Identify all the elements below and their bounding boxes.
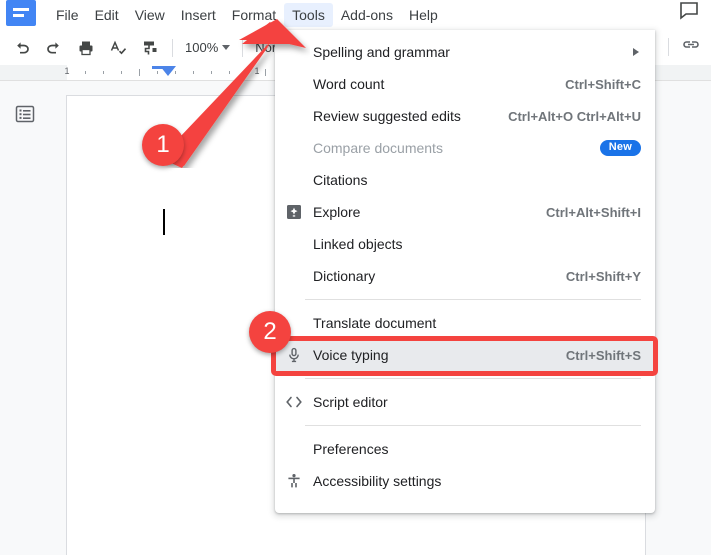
- menu-item-voice-typing[interactable]: Voice typing Ctrl+Shift+S: [275, 339, 655, 371]
- undo-icon[interactable]: [8, 34, 36, 62]
- menu-item-spelling-and-grammar[interactable]: Spelling and grammar: [275, 36, 655, 68]
- menu-item-icon-blank: [275, 260, 313, 292]
- google-docs-window: File Edit View Insert Format Tools Add-o…: [0, 0, 711, 555]
- menu-help[interactable]: Help: [401, 3, 446, 27]
- menu-item-icon-blank: [275, 228, 313, 260]
- menu-item-word-count[interactable]: Word count Ctrl+Shift+C: [275, 68, 655, 100]
- menu-item-icon-blank: [275, 433, 313, 465]
- menu-item-label: Compare documents: [313, 140, 443, 156]
- accessibility-icon: [275, 465, 313, 497]
- menu-item-compare-documents[interactable]: Compare documents New: [275, 132, 655, 164]
- menu-item-review-suggested-edits[interactable]: Review suggested edits Ctrl+Alt+O Ctrl+A…: [275, 100, 655, 132]
- menu-item-shortcut: Ctrl+Alt+Shift+I: [546, 205, 641, 220]
- menu-item-linked-objects[interactable]: Linked objects: [275, 228, 655, 260]
- menu-item-label: Voice typing: [313, 347, 389, 363]
- menu-item-label: Review suggested edits: [313, 108, 461, 124]
- menu-item-shortcut: Ctrl+Alt+O Ctrl+Alt+U: [508, 109, 641, 124]
- menu-file[interactable]: File: [48, 3, 87, 27]
- menu-item-shortcut: Ctrl+Shift+S: [566, 348, 641, 363]
- comment-icon[interactable]: [679, 2, 699, 20]
- menu-item-citations[interactable]: Citations: [275, 164, 655, 196]
- menu-item-explore[interactable]: Explore Ctrl+Alt+Shift+I: [275, 196, 655, 228]
- menu-item-icon-blank: [275, 164, 313, 196]
- toolbar-divider-3: [668, 38, 669, 56]
- text-caret: [163, 209, 165, 235]
- menu-item-accessibility-settings[interactable]: Accessibility settings: [275, 465, 655, 497]
- code-brackets-icon: [275, 386, 313, 418]
- explore-icon: [275, 196, 313, 228]
- menu-item-label: Explore: [313, 204, 360, 220]
- menu-item-dictionary[interactable]: Dictionary Ctrl+Shift+Y: [275, 260, 655, 292]
- step-badge-1: 1: [142, 124, 184, 166]
- menu-item-label: Word count: [313, 76, 384, 92]
- ruler-number-left: 1: [64, 66, 69, 76]
- status-badge-new: New: [600, 140, 641, 156]
- insert-link-icon[interactable]: [677, 33, 705, 61]
- menu-item-label: Spelling and grammar: [313, 44, 450, 60]
- menu-item-translate-document[interactable]: Translate document: [275, 307, 655, 339]
- step-badge-2: 2: [249, 311, 291, 353]
- menu-item-shortcut: Ctrl+Shift+C: [565, 77, 641, 92]
- menu-item-label: Dictionary: [313, 268, 375, 284]
- menu-item-label: Translate document: [313, 315, 436, 331]
- menu-separator: [305, 378, 641, 379]
- docs-logo-icon[interactable]: [6, 0, 36, 26]
- menu-separator: [305, 425, 641, 426]
- menu-bar: File Edit View Insert Format Tools Add-o…: [0, 0, 711, 30]
- menu-item-script-editor[interactable]: Script editor: [275, 386, 655, 418]
- menu-item-label: Script editor: [313, 394, 388, 410]
- menu-item-preferences[interactable]: Preferences: [275, 433, 655, 465]
- menu-add-ons[interactable]: Add-ons: [333, 3, 401, 27]
- chevron-right-icon: [633, 48, 639, 56]
- menu-separator: [305, 299, 641, 300]
- redo-icon[interactable]: [40, 34, 68, 62]
- document-outline-icon[interactable]: [14, 103, 36, 125]
- menu-item-label: Citations: [313, 172, 367, 188]
- menu-item-label: Linked objects: [313, 236, 403, 252]
- menu-item-label: Accessibility settings: [313, 473, 441, 489]
- print-icon[interactable]: [72, 34, 100, 62]
- tools-dropdown-menu: Spelling and grammar Word count Ctrl+Shi…: [275, 30, 655, 513]
- menu-item-shortcut: Ctrl+Shift+Y: [566, 269, 641, 284]
- menu-item-label: Preferences: [313, 441, 388, 457]
